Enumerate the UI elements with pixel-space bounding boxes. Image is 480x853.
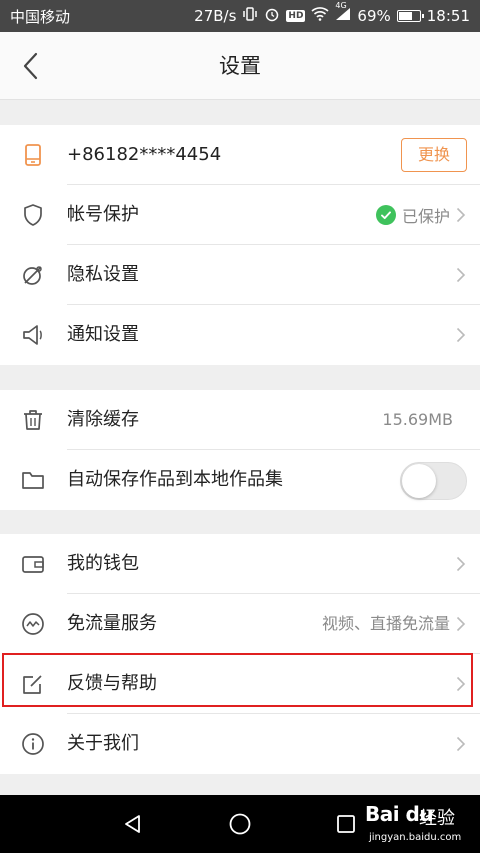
shield-icon <box>20 202 46 228</box>
chevron-right-icon <box>456 207 466 223</box>
wallet-row[interactable]: 我的钱包 <box>0 534 480 594</box>
wallet-icon <box>20 551 46 577</box>
signal-icon: 4G <box>335 1 351 25</box>
carrier-name: 中国移动 <box>10 7 71 26</box>
change-phone-button[interactable]: 更换 <box>401 138 467 172</box>
check-circle-icon <box>375 205 396 225</box>
chevron-right-icon <box>456 267 466 283</box>
chevron-right-icon <box>456 327 466 343</box>
auto-save-row: 自动保存作品到本地作品集 <box>0 450 480 510</box>
wallet-label: 我的钱包 <box>67 553 139 574</box>
network-type-label: 4G <box>335 1 347 10</box>
account-protect-label: 帐号保护 <box>67 204 139 225</box>
nav-recents-button[interactable] <box>331 809 361 839</box>
hd-badge: HD <box>286 10 306 22</box>
square-recents-icon <box>337 815 355 833</box>
notification-settings-row[interactable]: 通知设置 <box>0 305 480 365</box>
privacy-icon <box>20 262 46 288</box>
jingyan-text: 经验 <box>419 808 455 829</box>
status-bar: 中国移动 27B/s HD 4G 69% 18:51 <box>0 0 480 32</box>
auto-save-toggle[interactable] <box>400 462 467 500</box>
feedback-help-label: 反馈与帮助 <box>67 673 157 694</box>
status-icons: 27B/s HD 4G 69% 18:51 <box>194 1 470 26</box>
phone-row: +86182****4454 更换 <box>0 125 480 185</box>
jingyan-url: jingyan.baidu.com <box>369 832 462 843</box>
about-label: 关于我们 <box>67 733 139 754</box>
circle-home-icon <box>229 813 251 835</box>
toggle-knob <box>402 464 436 498</box>
nav-home-button[interactable] <box>225 809 255 839</box>
battery-fill <box>398 12 412 20</box>
traffic-icon <box>20 611 46 637</box>
page-title: 设置 <box>219 54 261 78</box>
triangle-back-icon <box>125 815 140 833</box>
account-group: +86182****4454 更换 帐号保护 已保护 隐私设置 通知设置 <box>0 125 480 365</box>
auto-save-label: 自动保存作品到本地作品集 <box>67 469 283 490</box>
chevron-right-icon <box>456 736 466 752</box>
protect-status-text: 已保护 <box>401 207 450 226</box>
nav-bar: 设置 <box>0 32 480 100</box>
network-speed: 27B/s <box>194 7 237 25</box>
phone-icon <box>20 142 46 168</box>
chevron-right-icon <box>456 616 466 632</box>
chevron-right-icon <box>456 556 466 572</box>
speaker-icon <box>20 322 46 348</box>
vibrate-icon <box>242 6 258 26</box>
clear-cache-label: 清除缓存 <box>67 409 139 430</box>
protect-status: 已保护 <box>375 185 450 245</box>
storage-group: 清除缓存 15.69MB 自动保存作品到本地作品集 <box>0 390 480 510</box>
edit-icon <box>20 671 46 697</box>
info-icon <box>20 731 46 757</box>
folder-icon <box>20 467 46 493</box>
services-group: 我的钱包 免流量服务 视频、直播免流量 反馈与帮助 关于我们 <box>0 534 480 774</box>
about-row[interactable]: 关于我们 <box>0 714 480 774</box>
battery-percent: 69% <box>357 7 391 25</box>
free-traffic-value: 视频、直播免流量 <box>321 614 450 633</box>
chevron-right-icon <box>456 676 466 692</box>
feedback-help-row[interactable]: 反馈与帮助 <box>0 654 480 714</box>
trash-icon <box>20 407 46 433</box>
free-traffic-row[interactable]: 免流量服务 视频、直播免流量 <box>0 594 480 654</box>
battery-icon <box>396 10 424 22</box>
notification-settings-label: 通知设置 <box>67 324 139 345</box>
nav-back-button[interactable] <box>118 809 148 839</box>
clear-cache-row[interactable]: 清除缓存 15.69MB <box>0 390 480 450</box>
free-traffic-label: 免流量服务 <box>67 613 157 634</box>
clock: 18:51 <box>426 7 470 25</box>
baidu-jingyan-watermark: Bai du 经验 jingyan.baidu.com <box>365 800 477 850</box>
wifi-icon <box>311 7 329 25</box>
account-protect-row[interactable]: 帐号保护 已保护 <box>0 185 480 245</box>
alarm-icon <box>264 6 280 26</box>
privacy-settings-row[interactable]: 隐私设置 <box>0 245 480 305</box>
cache-size: 15.69MB <box>382 410 453 429</box>
privacy-settings-label: 隐私设置 <box>67 264 139 285</box>
phone-number: +86182****4454 <box>67 144 222 165</box>
